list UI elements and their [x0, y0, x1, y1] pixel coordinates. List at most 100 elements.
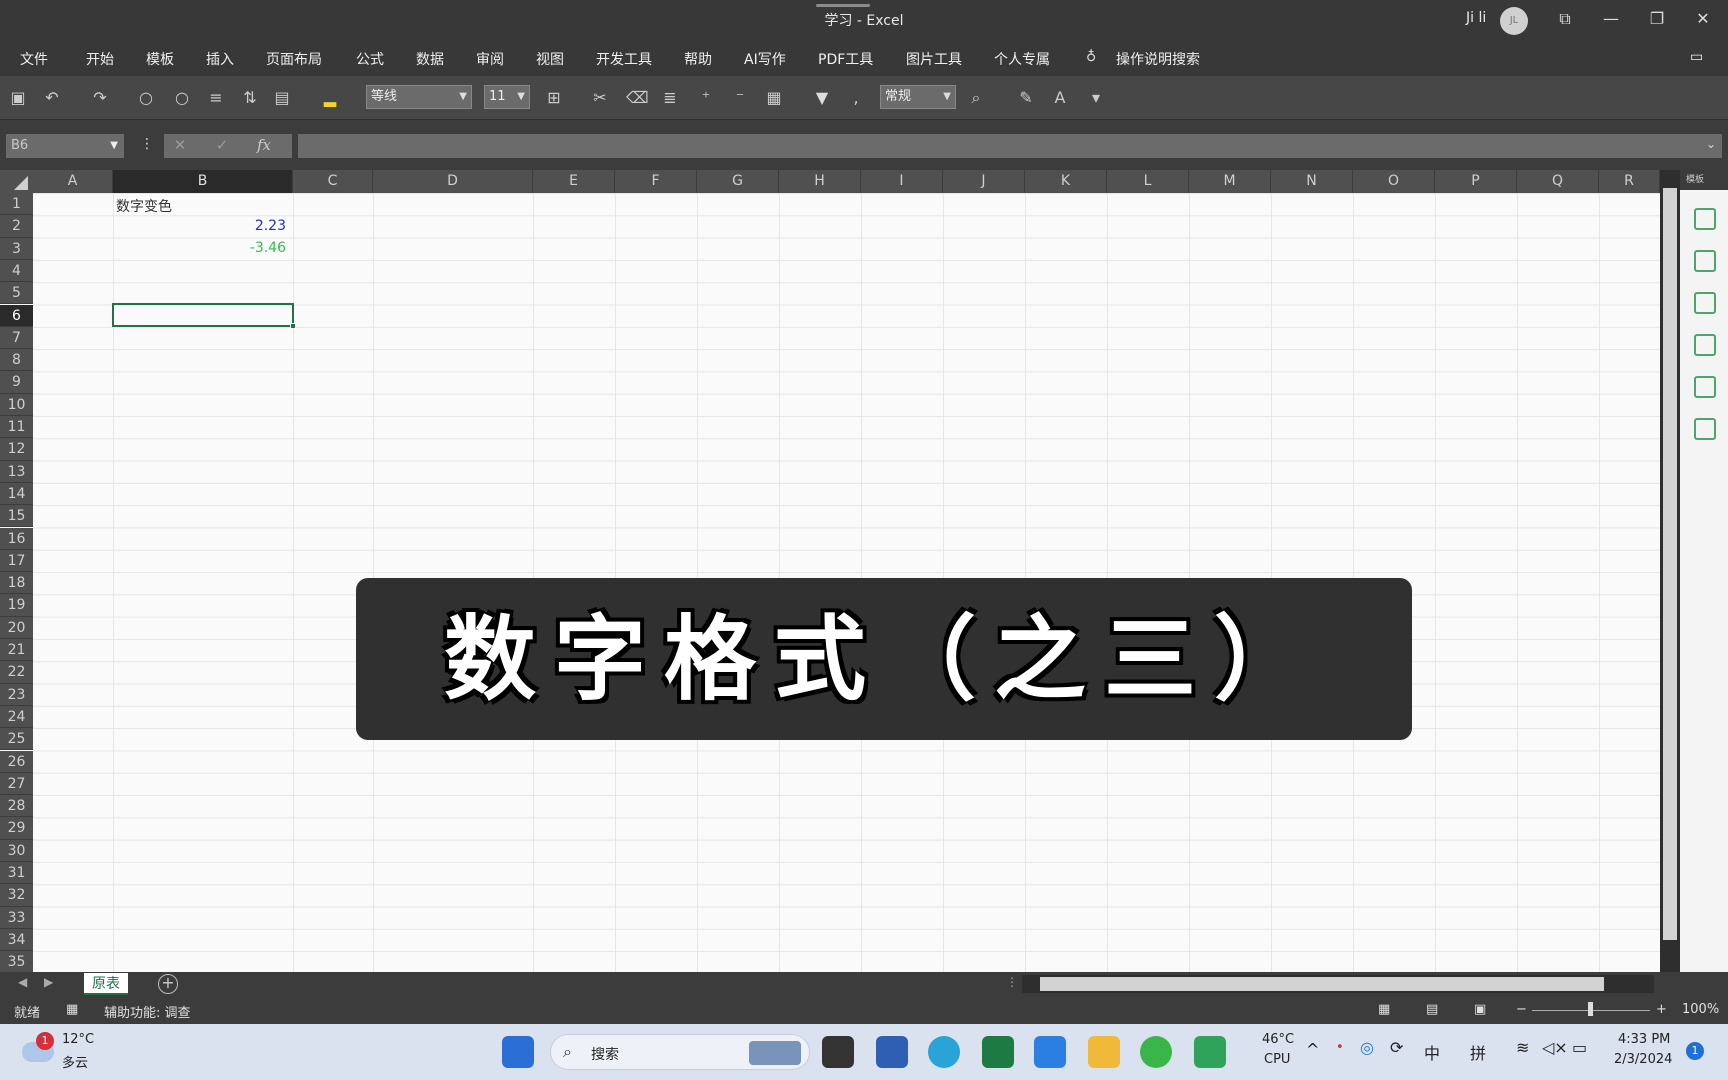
- column-header[interactable]: N: [1271, 170, 1353, 193]
- chart-icon[interactable]: [1694, 376, 1716, 398]
- row-header[interactable]: 29: [0, 817, 33, 840]
- cell-B2[interactable]: 2.23: [116, 218, 286, 234]
- circle-icon[interactable]: ○: [136, 88, 156, 108]
- column-header[interactable]: F: [615, 170, 697, 193]
- merge-icon[interactable]: ▤: [272, 88, 292, 108]
- battery-icon[interactable]: ▭: [1572, 1038, 1587, 1057]
- prev-sheet-icon[interactable]: ◀: [18, 975, 27, 989]
- template-icon[interactable]: [1694, 292, 1716, 314]
- row-header[interactable]: 16: [0, 527, 33, 550]
- column-header[interactable]: E: [533, 170, 615, 193]
- row-header[interactable]: 32: [0, 884, 33, 907]
- notification-center-icon[interactable]: 1: [1686, 1042, 1704, 1060]
- undo-icon[interactable]: ↶: [42, 88, 62, 108]
- column-header[interactable]: I: [861, 170, 943, 193]
- row-header[interactable]: 9: [0, 371, 33, 394]
- macro-record-icon[interactable]: ▦: [66, 1002, 78, 1017]
- fill-handle[interactable]: [290, 323, 296, 329]
- volume-muted-icon[interactable]: ◁×: [1542, 1038, 1568, 1057]
- template-icon[interactable]: [1694, 208, 1716, 230]
- filter-icon[interactable]: ▼: [812, 88, 832, 108]
- tray-app-icon[interactable]: ◎: [1360, 1038, 1374, 1057]
- wechat-icon[interactable]: [1140, 1036, 1172, 1068]
- row-header[interactable]: 13: [0, 460, 33, 483]
- menu-personal[interactable]: 个人专属: [994, 49, 1050, 69]
- row-header[interactable]: 34: [0, 928, 33, 952]
- comments-icon[interactable]: ▭: [1690, 49, 1703, 65]
- user-name[interactable]: Ji li: [1466, 10, 1486, 26]
- align-icon[interactable]: ≣: [660, 88, 680, 108]
- row-header[interactable]: 6: [0, 304, 33, 327]
- row-header[interactable]: 2: [0, 215, 33, 238]
- avatar[interactable]: JL: [1500, 7, 1528, 35]
- row-header[interactable]: 26: [0, 750, 33, 773]
- remote-desktop-icon[interactable]: [876, 1036, 908, 1068]
- page-break-view-icon[interactable]: ▣: [1474, 1002, 1486, 1017]
- row-header[interactable]: 15: [0, 505, 33, 528]
- scrollbar-thumb[interactable]: [1040, 977, 1604, 991]
- row-header[interactable]: 22: [0, 661, 33, 684]
- menu-formulas[interactable]: 公式: [356, 49, 384, 69]
- number-format-select[interactable]: 常规 ▼: [880, 85, 956, 109]
- table-icon[interactable]: ▦: [764, 88, 784, 108]
- lightbulb-icon[interactable]: ♁: [1086, 49, 1096, 65]
- minimize-icon[interactable]: —: [1596, 6, 1626, 32]
- more-options-icon[interactable]: ⋮: [140, 136, 154, 152]
- scrollbar-thumb[interactable]: [1663, 188, 1677, 940]
- file-explorer-icon[interactable]: [1088, 1036, 1120, 1068]
- menu-data[interactable]: 数据: [416, 49, 444, 69]
- expand-formula-icon[interactable]: ⌄: [1706, 137, 1716, 151]
- column-header[interactable]: L: [1107, 170, 1189, 193]
- excel-icon[interactable]: [982, 1036, 1014, 1068]
- sort-icon[interactable]: ⇅: [240, 88, 260, 108]
- row-header[interactable]: 18: [0, 572, 33, 595]
- customize-icon[interactable]: ▾: [1086, 88, 1106, 108]
- menu-image-tools[interactable]: 图片工具: [906, 49, 962, 69]
- menu-developer[interactable]: 开发工具: [596, 49, 652, 69]
- row-header[interactable]: 24: [0, 705, 33, 729]
- menu-home[interactable]: 开始: [86, 49, 114, 69]
- formula-input[interactable]: ⌄: [298, 134, 1722, 158]
- fill-color-icon[interactable]: ▂: [320, 88, 340, 108]
- template-icon[interactable]: [1694, 334, 1716, 356]
- edge-icon[interactable]: [928, 1036, 960, 1068]
- ime-mode[interactable]: 拼: [1470, 1040, 1486, 1064]
- row-header[interactable]: 14: [0, 482, 33, 506]
- row-header[interactable]: 10: [0, 393, 33, 416]
- app-icon[interactable]: [1034, 1036, 1066, 1068]
- row-header[interactable]: 33: [0, 906, 33, 929]
- menu-pdf-tools[interactable]: PDF工具: [818, 49, 873, 69]
- enter-icon[interactable]: ✓: [208, 136, 236, 154]
- chevron-up-icon[interactable]: ^: [1306, 1040, 1319, 1059]
- column-header[interactable]: R: [1599, 170, 1660, 193]
- find-icon[interactable]: ⌕: [966, 88, 986, 108]
- column-header[interactable]: B: [113, 170, 293, 193]
- row-header[interactable]: 17: [0, 549, 33, 573]
- column-header[interactable]: C: [293, 170, 373, 193]
- row-header[interactable]: 7: [0, 326, 33, 350]
- row-header[interactable]: 21: [0, 639, 33, 662]
- insert-function-button[interactable]: fx: [250, 136, 278, 154]
- cell-B3[interactable]: -3.46: [116, 240, 286, 256]
- menu-page-layout[interactable]: 页面布局: [266, 49, 322, 69]
- menu-templates[interactable]: 模板: [146, 49, 174, 69]
- cancel-icon[interactable]: ✕: [166, 136, 194, 154]
- pdf-app-icon[interactable]: [1194, 1036, 1226, 1068]
- select-all-button[interactable]: [0, 170, 33, 193]
- decimal-increase-icon[interactable]: ⁺: [696, 88, 716, 108]
- format-painter-icon[interactable]: ≡: [206, 88, 226, 108]
- redo-icon[interactable]: ↷: [90, 88, 110, 108]
- search-input[interactable]: ⌕ 搜索: [550, 1034, 810, 1070]
- row-header[interactable]: 5: [0, 282, 33, 305]
- worksheet-grid[interactable]: A B C D E F G H I J K L M N O P Q R 1234…: [0, 170, 1660, 972]
- task-view-icon[interactable]: [822, 1036, 854, 1068]
- sync-icon[interactable]: ⟳: [1390, 1038, 1403, 1057]
- menu-view[interactable]: 视图: [536, 49, 564, 69]
- page-layout-view-icon[interactable]: ▤: [1426, 1002, 1438, 1017]
- column-header[interactable]: K: [1025, 170, 1107, 193]
- column-header[interactable]: D: [373, 170, 533, 193]
- menu-ai-writing[interactable]: AI写作: [744, 49, 786, 69]
- side-panel-header[interactable]: 模板: [1680, 170, 1728, 190]
- row-header[interactable]: 19: [0, 594, 33, 617]
- cell-B1[interactable]: 数字变色: [116, 196, 172, 216]
